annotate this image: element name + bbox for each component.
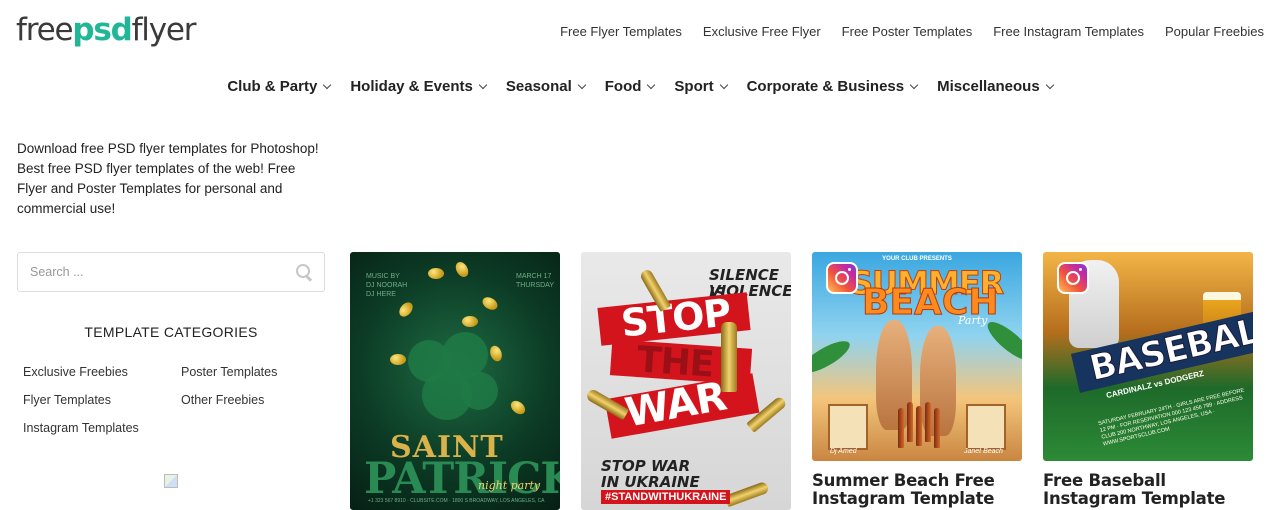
search-input[interactable] <box>30 265 296 279</box>
main-nav: Club & Party Holiday & Events Seasonal F… <box>0 78 1280 95</box>
category-instagram-templates[interactable]: Instagram Templates <box>23 418 181 438</box>
card-thumbnail-stop-war[interactable]: SILENCE IS VIOLENCE STOP THE WAR STOP WA… <box>581 252 791 510</box>
search-icon[interactable] <box>296 264 312 280</box>
coin-decoration <box>488 344 504 363</box>
chevron-down-icon <box>909 80 919 89</box>
coin-decoration <box>508 398 528 417</box>
card-thumbnail-summer-beach[interactable]: YOUR CLUB PRESENTS SUMMER BEACH Party Dj… <box>812 252 1022 461</box>
thumb-text: IN UKRAINE <box>601 473 700 491</box>
bottle-decoration <box>898 408 904 448</box>
site-intro: Download free PSD flyer templates for Ph… <box>17 141 319 216</box>
main-nav-label: Holiday & Events <box>350 78 473 95</box>
template-card[interactable]: YOUR CLUB PRESENTS SUMMER BEACH Party Dj… <box>812 252 1022 508</box>
chevron-down-icon <box>719 80 728 89</box>
coin-decoration <box>480 294 500 313</box>
main-nav-label: Miscellaneous <box>937 78 1040 95</box>
thumb-text: MUSIC BY DJ NOORAH DJ HERE <box>366 273 408 298</box>
top-nav: Free Flyer Templates Exclusive Free Flye… <box>560 24 1264 39</box>
chevron-down-icon <box>1045 80 1054 89</box>
bottle-decoration <box>934 408 940 448</box>
bottle-decoration <box>907 402 913 442</box>
dj-photo-frame <box>828 404 868 450</box>
template-card[interactable]: SILENCE IS VIOLENCE STOP THE WAR STOP WA… <box>581 252 791 510</box>
card-title[interactable]: Summer Beach Free Instagram Template <box>812 472 1022 508</box>
logo-part-free: free <box>16 12 74 48</box>
thumb-text: night party <box>478 479 541 492</box>
top-nav-free-instagram-templates[interactable]: Free Instagram Templates <box>993 24 1144 39</box>
main-nav-holiday-events[interactable]: Holiday & Events <box>350 78 488 95</box>
main-nav-corporate-business[interactable]: Corporate & Business <box>746 78 919 95</box>
card-thumbnail-baseball[interactable]: BASEBALL CARDINALZ vs DODGERZ SATURDAY F… <box>1043 252 1253 461</box>
template-card[interactable]: MUSIC BY DJ NOORAH DJ HERE MARCH 17 THUR… <box>350 252 560 510</box>
search-box <box>17 252 325 292</box>
coin-decoration <box>390 354 406 365</box>
card-title[interactable]: Free Baseball Instagram Template <box>1043 472 1253 508</box>
main-nav-miscellaneous[interactable]: Miscellaneous <box>937 78 1054 95</box>
main-nav-label: Seasonal <box>505 78 572 95</box>
thumb-text: +1 323 567 8910 · CLUBSITE.COM · 1800 S … <box>368 498 545 504</box>
top-nav-free-flyer-templates[interactable]: Free Flyer Templates <box>560 24 682 39</box>
main-nav-label: Food <box>604 78 642 95</box>
chevron-down-icon <box>647 80 656 89</box>
chevron-down-icon <box>323 80 332 89</box>
top-nav-popular-freebies[interactable]: Popular Freebies <box>1165 24 1264 39</box>
categories-list: Exclusive Freebies Poster Templates Flye… <box>23 362 323 438</box>
instagram-icon <box>826 262 858 294</box>
main-nav-label: Sport <box>674 78 714 95</box>
main-nav-seasonal[interactable]: Seasonal <box>505 78 586 95</box>
category-exclusive-freebies[interactable]: Exclusive Freebies <box>23 362 181 382</box>
category-other-freebies[interactable]: Other Freebies <box>181 390 321 410</box>
palm-leaf-decoration <box>982 316 1022 366</box>
coin-decoration <box>428 268 444 279</box>
thumb-text: STOP <box>619 290 733 346</box>
logo-part-flyer: flyer <box>131 12 197 48</box>
bottle-decoration <box>916 406 922 446</box>
coin-decoration <box>462 316 478 327</box>
coin-decoration <box>396 299 416 320</box>
chevron-down-icon <box>577 80 586 89</box>
categories-title: TEMPLATE CATEGORIES <box>84 324 258 340</box>
main-nav-label: Club & Party <box>227 78 318 95</box>
dj-photo-frame <box>966 404 1006 450</box>
top-nav-free-poster-templates[interactable]: Free Poster Templates <box>842 24 973 39</box>
main-nav-club-party[interactable]: Club & Party <box>227 78 332 95</box>
coin-decoration <box>453 259 471 280</box>
thumb-text: Janet Beach <box>964 448 1003 455</box>
card-thumbnail-saint-patrick[interactable]: MUSIC BY DJ NOORAH DJ HERE MARCH 17 THUR… <box>350 252 560 510</box>
thumb-text: Dj Amed <box>830 448 857 455</box>
thumb-text: Party <box>958 314 988 327</box>
site-logo[interactable]: freepsdflyer <box>16 12 197 48</box>
thumb-text: #STANDWITHUKRAINE <box>601 490 731 504</box>
thumb-text: WAR <box>621 373 730 437</box>
instagram-icon <box>1057 262 1089 294</box>
bullet-decoration <box>724 480 770 508</box>
logo-part-psd: psd <box>72 12 132 48</box>
chevron-down-icon <box>478 80 488 89</box>
template-card[interactable]: BASEBALL CARDINALZ vs DODGERZ SATURDAY F… <box>1043 252 1253 508</box>
bullet-decoration <box>721 322 737 392</box>
top-nav-exclusive-free-flyer[interactable]: Exclusive Free Flyer <box>703 24 821 39</box>
main-nav-food[interactable]: Food <box>604 78 656 95</box>
clover-decoration <box>460 372 498 410</box>
main-nav-label: Corporate & Business <box>746 78 905 95</box>
category-flyer-templates[interactable]: Flyer Templates <box>23 390 181 410</box>
broken-image-icon[interactable] <box>164 474 178 488</box>
bottle-decoration <box>925 402 931 442</box>
category-poster-templates[interactable]: Poster Templates <box>181 362 321 382</box>
main-nav-sport[interactable]: Sport <box>674 78 728 95</box>
thumb-text: MARCH 17 THURSDAY <box>516 273 554 289</box>
palm-leaf-decoration <box>812 335 854 379</box>
